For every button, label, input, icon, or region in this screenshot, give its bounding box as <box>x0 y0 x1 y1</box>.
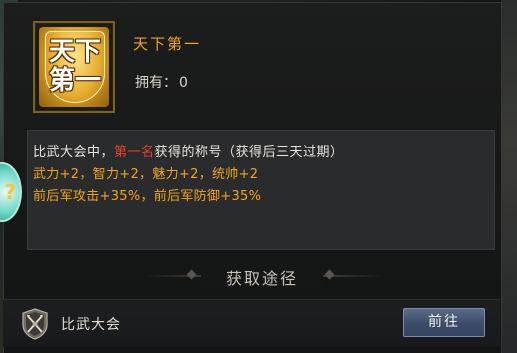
go-to-button[interactable]: 前往 <box>403 308 485 337</box>
background-scenery-right <box>501 0 517 353</box>
title-badge-frame: 天下 第一 <box>33 21 115 113</box>
description-suffix: 获得的称号（获得后三天过期） <box>154 145 344 160</box>
owned-count-row: 拥有： 0 <box>135 72 188 92</box>
description-highlight: 第一名 <box>114 145 155 160</box>
description-text: 比武大会中，第一名获得的称号（获得后三天过期） <box>33 141 344 160</box>
stats-line-attributes: 武力+2，智力+2，魅力+2，统帅+2 <box>33 167 259 182</box>
source-label: 比武大会 <box>61 317 121 333</box>
title-badge: 天下 第一 <box>39 27 109 107</box>
title-badge-line2: 第一 <box>48 66 101 96</box>
divider-diamond-left-icon <box>186 269 197 280</box>
owned-label: 拥有： <box>135 75 177 91</box>
title-name: 天下第一 <box>133 35 202 53</box>
title-badge-line1: 天下 <box>48 37 101 67</box>
description-box: 比武大会中，第一名获得的称号（获得后三天过期） 武力+2，智力+2，魅力+2，统… <box>27 130 495 250</box>
acquire-section-title: 获取途径 <box>201 265 323 289</box>
crossed-spears-shield-icon <box>19 307 51 341</box>
divider-diamond-right-icon <box>324 269 335 280</box>
scene: 天下 第一 天下第一 拥有： 0 比武大会中，第一名获得的称号（获得后三天过期） … <box>0 0 517 353</box>
stats-line-army: 前后军攻击+35%，前后军防御+35% <box>33 189 262 204</box>
description-prefix: 比武大会中， <box>33 145 115 160</box>
title-badge-shield-icon: 天下 第一 <box>45 31 105 103</box>
source-row: 比武大会 前往 <box>3 299 500 347</box>
owned-value: 0 <box>179 75 188 91</box>
title-badge-text: 天下 第一 <box>46 38 104 96</box>
